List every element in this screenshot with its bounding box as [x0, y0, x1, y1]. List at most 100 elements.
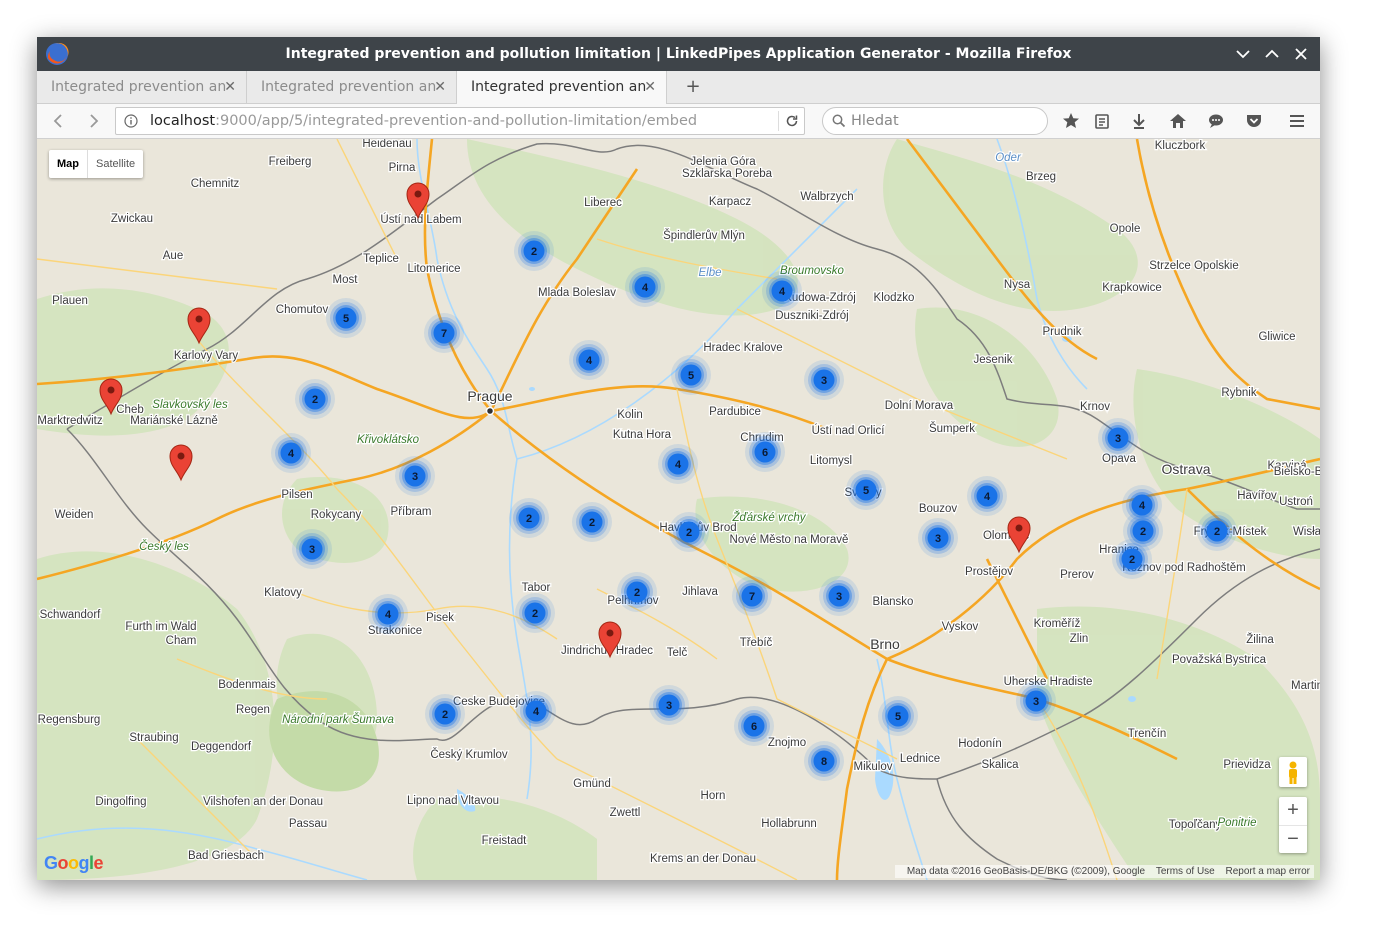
terms-of-use-link[interactable]: Terms of Use	[1156, 866, 1215, 877]
new-tab-icon[interactable]: +	[681, 71, 705, 103]
menu-icon[interactable]	[1285, 109, 1309, 133]
pocket-icon[interactable]	[1242, 109, 1266, 133]
place-label: Kolin	[617, 409, 643, 421]
place-label: Šumperk	[929, 422, 975, 435]
marker-cluster[interactable]: 5	[671, 355, 711, 395]
marker-cluster[interactable]: 7	[424, 313, 464, 353]
marker-cluster[interactable]: 2	[572, 502, 612, 542]
cluster-count: 4	[1139, 500, 1146, 512]
cluster-count: 4	[288, 448, 295, 460]
downloads-icon[interactable]	[1127, 109, 1151, 133]
cluster-count: 4	[533, 706, 540, 718]
cluster-count: 6	[751, 721, 757, 733]
marker-cluster[interactable]: 2	[669, 512, 709, 552]
map-tiles[interactable]: Chemnitz Freiberg Heidenau Pirna Zwickau Aue P…	[37, 139, 1320, 880]
url-bar[interactable]: localhost:9000/app/5/integrated-preventi…	[115, 107, 805, 135]
map-pin-icon[interactable]	[169, 444, 193, 482]
reload-icon[interactable]	[784, 113, 800, 129]
marker-cluster[interactable]: 6	[745, 432, 785, 472]
map-type-map-button[interactable]: Map	[49, 150, 87, 178]
place-label: Teplice	[363, 253, 399, 265]
marker-cluster[interactable]: 4	[658, 444, 698, 484]
tab-1[interactable]: Integrated prevention and pollution limi…	[37, 71, 247, 103]
google-logo: Google	[44, 853, 104, 873]
place-label: Krnov	[1080, 401, 1110, 413]
marker-cluster[interactable]: 2	[509, 498, 549, 538]
minimize-icon[interactable]	[1231, 42, 1255, 66]
marker-cluster[interactable]: 7	[732, 576, 772, 616]
marker-cluster[interactable]: 3	[804, 360, 844, 400]
close-icon[interactable]	[1289, 42, 1313, 66]
marker-cluster[interactable]: 2	[515, 593, 555, 633]
map-type-satellite-button[interactable]: Satellite	[87, 150, 143, 178]
place-label: Lipno nad Vltavou	[407, 795, 499, 807]
zoom-in-button[interactable]: +	[1279, 797, 1307, 826]
marker-cluster[interactable]: 2	[514, 231, 554, 271]
cluster-count: 3	[1115, 433, 1121, 445]
marker-cluster[interactable]: 2	[295, 379, 335, 419]
place-label: Pirna	[389, 162, 416, 174]
place-label: Bielsko-Biała	[1274, 466, 1320, 478]
marker-cluster[interactable]: 3	[649, 685, 689, 725]
place-label: Klatovy	[264, 587, 302, 599]
place-label: Freiberg	[269, 156, 312, 168]
place-label: Klodzko	[874, 292, 915, 304]
title-bar[interactable]: Integrated prevention and pollution limi…	[37, 37, 1320, 71]
place-label: Brzeg	[1026, 171, 1056, 183]
marker-cluster[interactable]: 4	[625, 267, 665, 307]
tab-2[interactable]: Integrated prevention and pollution limi…	[247, 71, 457, 103]
place-label: Zwickau	[111, 213, 153, 225]
marker-cluster[interactable]: 4	[967, 476, 1007, 516]
marker-cluster[interactable]: 2	[617, 572, 657, 612]
marker-cluster[interactable]: 3	[819, 576, 859, 616]
place-label: Jelenia Góra	[690, 156, 756, 168]
place-label: Jesenik	[974, 354, 1013, 366]
bookmarks-list-icon[interactable]	[1090, 109, 1114, 133]
marker-cluster[interactable]: 4	[368, 594, 408, 634]
marker-cluster[interactable]: 3	[918, 518, 958, 558]
cluster-count: 2	[312, 394, 318, 406]
marker-cluster[interactable]: 4	[516, 691, 556, 731]
marker-cluster[interactable]: 5	[878, 696, 918, 736]
place-label: Nové Město na Moravě	[730, 534, 849, 546]
tab-close-icon[interactable]: ✕	[224, 71, 236, 103]
back-icon[interactable]	[47, 109, 71, 133]
marker-cluster[interactable]: 3	[1016, 681, 1056, 721]
marker-cluster[interactable]: 6	[734, 706, 774, 746]
report-map-error-link[interactable]: Report a map error	[1226, 866, 1310, 877]
marker-cluster[interactable]: 4	[271, 433, 311, 473]
maximize-icon[interactable]	[1260, 42, 1284, 66]
map-canvas[interactable]: Chemnitz Freiberg Heidenau Pirna Zwickau Aue P…	[37, 139, 1320, 880]
marker-cluster[interactable]: 5	[846, 470, 886, 510]
home-icon[interactable]	[1166, 109, 1190, 133]
marker-cluster[interactable]: 4	[569, 340, 609, 380]
tab-close-icon[interactable]: ✕	[434, 71, 446, 103]
marker-cluster[interactable]: 3	[395, 456, 435, 496]
marker-cluster[interactable]: 3	[1098, 418, 1138, 458]
marker-cluster[interactable]: 2	[1197, 511, 1237, 551]
place-label: Cham	[166, 635, 197, 647]
marker-cluster[interactable]: 3	[292, 529, 332, 569]
place-label: Rybnik	[1221, 387, 1256, 399]
map-pin-icon[interactable]	[1007, 516, 1031, 554]
marker-cluster[interactable]: 2	[1112, 539, 1152, 579]
zoom-out-button[interactable]: −	[1279, 826, 1307, 854]
marker-cluster[interactable]: 5	[326, 298, 366, 338]
forward-icon[interactable]	[81, 109, 105, 133]
tab-label: Integrated prevention and pollution limi…	[51, 79, 227, 95]
chat-icon[interactable]	[1204, 109, 1228, 133]
tab-3-active[interactable]: Integrated prevention and pollution limi…	[457, 71, 667, 104]
cluster-count: 5	[863, 485, 869, 497]
bookmark-star-icon[interactable]	[1059, 109, 1083, 133]
marker-cluster[interactable]: 8	[804, 741, 844, 781]
marker-cluster[interactable]: 2	[425, 694, 465, 734]
search-input[interactable]: Hledat	[822, 107, 1048, 135]
pegman-icon[interactable]	[1279, 757, 1307, 787]
marker-cluster[interactable]: 4	[1122, 485, 1162, 525]
place-label: Trenčín	[1128, 728, 1167, 740]
place-label: Křivoklátsko	[357, 434, 420, 446]
info-icon[interactable]	[124, 114, 138, 128]
marker-cluster[interactable]: 4	[762, 271, 802, 311]
tab-close-icon[interactable]: ✕	[644, 71, 656, 103]
place-label: Český Krumlov	[430, 748, 508, 761]
